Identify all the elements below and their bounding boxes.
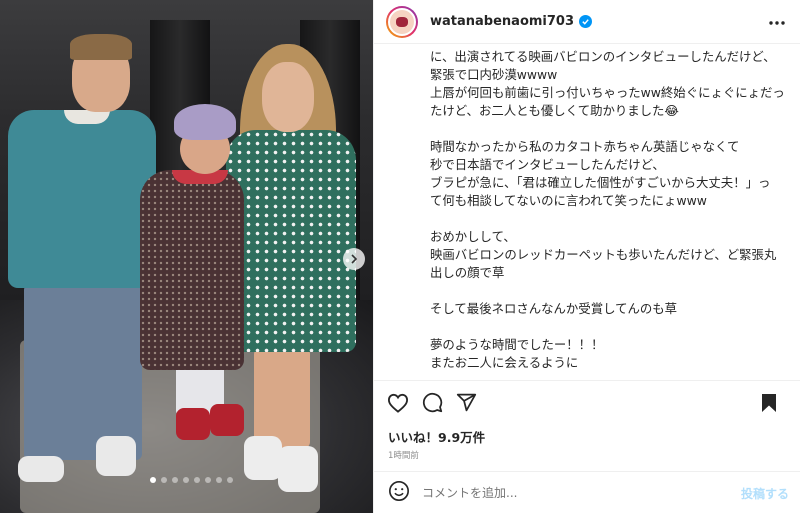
caption-line: 映画バビロンのレッドカーペットも歩いたんだけど、ど緊張丸: [430, 247, 777, 262]
post-side-panel: watanabenaomi703 に、出演されてる映画バビロンのインタビューした…: [373, 0, 800, 513]
like-count[interactable]: いいね！9.9万件: [388, 427, 485, 446]
carousel-dot: [205, 477, 211, 483]
caption-line: て何も相談してないのに言われて笑ったにょwww: [430, 193, 707, 208]
person-3-boot: [278, 446, 318, 492]
heart-icon: [387, 393, 409, 413]
caption-line: 夢のような時間でしたー！！！: [430, 337, 604, 352]
person-2-dress: [140, 170, 244, 370]
like-button[interactable]: [386, 391, 410, 415]
caption-line: 秒で日本語でインタビューしたんだけど、: [430, 157, 665, 172]
caption-blank-line: [430, 210, 785, 228]
send-icon: [456, 393, 476, 412]
caption-line: ブラピが急に、「君は確立した個性がすごいから大丈夫！」っ: [430, 175, 771, 190]
person-2-hair: [174, 104, 236, 140]
person-2-shoe: [210, 404, 244, 436]
share-button[interactable]: [454, 391, 478, 415]
post-caption: に、出演されてる映画バビロンのインタビューしたんだけど、 緊張で口内砂漠wwww 上…: [374, 44, 800, 374]
caption-line: 上唇が何回も前歯に引っ付いちゃったww終始ぐにょぐにょだっ: [430, 85, 785, 100]
person-3-legs: [254, 348, 310, 448]
emoji-icon: [389, 480, 409, 501]
person-3-boot: [244, 436, 282, 480]
carousel-next-button[interactable]: [343, 248, 365, 270]
bookmark-icon: [762, 394, 776, 412]
caption-line: またお二人に会えるように: [430, 355, 579, 370]
person-2-shoe: [176, 408, 210, 440]
caption-line: そして最後ネロさんなんか受賞してんのも草: [430, 301, 678, 316]
carousel-dot: [161, 477, 167, 483]
caption-line: 出しの顔で草: [430, 265, 505, 280]
chevron-right-icon: [351, 254, 358, 264]
carousel-dot: [183, 477, 189, 483]
comment-input[interactable]: [422, 485, 722, 500]
avatar[interactable]: [386, 5, 418, 38]
person-1-collar: [64, 110, 110, 124]
post-photo[interactable]: [0, 0, 373, 513]
carousel-dot: [216, 477, 222, 483]
post-timestamp[interactable]: 1時間前: [388, 449, 419, 461]
caption-line: なおちゃんご鍋頑張る！: [430, 372, 785, 374]
caption-blank-line: [430, 282, 785, 300]
carousel-dot: [194, 477, 200, 483]
person-3-head: [262, 62, 314, 132]
action-bar: [374, 380, 800, 424]
comment-icon: [422, 392, 442, 413]
comment-button[interactable]: [420, 391, 444, 415]
person-1-hair: [70, 34, 132, 60]
comment-composer: 投稿する: [374, 471, 800, 513]
caption-line: に、出演されてる映画バビロンのインタビューしたんだけど、: [430, 49, 776, 64]
caption-line: おめかしして、: [430, 229, 516, 244]
caption-line: 時間なかったから私のカタコト赤ちゃん英語じゃなくて: [430, 139, 740, 154]
carousel-dot: [227, 477, 233, 483]
person-1-sweater: [8, 110, 156, 288]
username-link[interactable]: watanabenaomi703: [430, 14, 574, 29]
caption-line: たけど、お二人とも優しくて助かりました😂: [430, 103, 679, 118]
person-3-polka-dot-dress: [226, 130, 356, 352]
person-1-shoe: [96, 436, 136, 476]
caption-blank-line: [430, 120, 785, 138]
verified-badge-icon: [579, 15, 593, 28]
more-options-button[interactable]: [765, 11, 789, 35]
caption-line: 緊張で口内砂漠wwww: [430, 67, 558, 82]
post-header: watanabenaomi703: [374, 0, 800, 44]
carousel-dot: [150, 477, 156, 483]
post-comment-button[interactable]: 投稿する: [741, 485, 789, 502]
carousel-indicator: [150, 477, 233, 483]
person-1-shoe: [18, 456, 64, 482]
save-button[interactable]: [757, 391, 781, 415]
carousel-dot: [172, 477, 178, 483]
emoji-button[interactable]: [388, 480, 410, 506]
caption-blank-line: [430, 318, 785, 336]
person-1-legs: [24, 284, 142, 460]
more-horizontal-icon: [769, 21, 785, 25]
avatar-face-icon: [396, 16, 408, 27]
